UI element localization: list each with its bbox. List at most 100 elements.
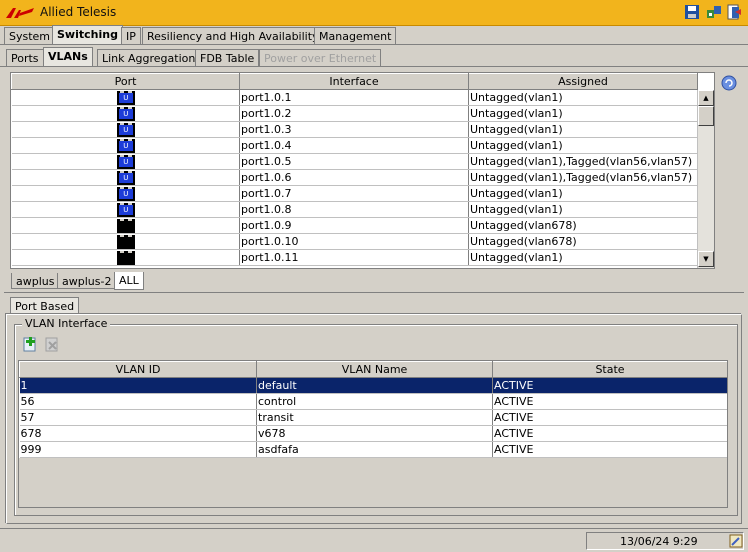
assigned-cell: Untagged(vlan1) <box>468 249 698 266</box>
interface-cell: port1.0.2 <box>239 105 469 122</box>
interface-cell: port1.0.10 <box>239 233 469 250</box>
ports-table: Port Interface Assigned Uport1.0.1 Untagg… <box>11 73 698 266</box>
edit-icon[interactable] <box>729 534 743 548</box>
vlan-id-cell: 678 <box>19 425 257 442</box>
allied-telesis-logo <box>6 8 34 18</box>
table-row[interactable]: 57 transit ACTIVE <box>19 409 727 426</box>
assigned-cell: Untagged(vlan1) <box>468 137 698 154</box>
table-row[interactable]: Uport1.0.7 Untagged(vlan1) <box>11 185 698 202</box>
column-header-interface[interactable]: Interface <box>239 73 469 90</box>
delete-icon <box>45 337 58 352</box>
vlan-id-cell: 56 <box>19 393 257 410</box>
tab-link-aggregation[interactable]: Link Aggregation <box>97 49 201 66</box>
interface-cell: port1.0.6 <box>239 169 469 186</box>
vlan-state-cell: ACTIVE <box>492 377 727 394</box>
ports-grid: Port Interface Assigned Uport1.0.1 Untagg… <box>10 72 715 269</box>
port-icon: U <box>116 90 135 105</box>
port-icon: U <box>116 106 135 121</box>
window-title: Allied Telesis <box>40 5 117 19</box>
port-icon: U <box>116 138 135 153</box>
scroll-up-icon[interactable]: ▲ <box>698 90 714 106</box>
table-row[interactable]: 999 asdfafa ACTIVE <box>19 441 727 458</box>
port-icon: U <box>116 122 135 137</box>
tab-switching[interactable]: Switching <box>52 25 123 44</box>
table-row[interactable]: 1 default ACTIVE <box>19 377 727 394</box>
status-datetime-panel: 13/06/24 9:29 <box>586 532 744 550</box>
interface-cell: port1.0.4 <box>239 137 469 154</box>
tab-vlans[interactable]: VLANs <box>43 47 93 66</box>
assigned-cell: Untagged(vlan1) <box>468 89 698 106</box>
tab-ip[interactable]: IP <box>121 27 141 44</box>
column-header-state[interactable]: State <box>492 361 727 378</box>
tab-ports[interactable]: Ports <box>6 49 44 66</box>
main-tab-bar: System Switching IP Resiliency and High … <box>0 25 748 45</box>
port-icon: U <box>116 186 135 201</box>
table-row[interactable]: Uport1.0.6 Untagged(vlan1),Tagged(vlan56,… <box>11 169 698 186</box>
tab-port-based[interactable]: Port Based <box>10 297 80 315</box>
table-row[interactable]: Uport1.0.1 Untagged(vlan1) <box>11 89 698 106</box>
vlan-id-cell: 57 <box>19 409 257 426</box>
table-row[interactable]: Uport1.0.8 Untagged(vlan1) <box>11 201 698 218</box>
table-row[interactable]: port1.0.10 Untagged(vlan678) <box>11 233 698 250</box>
sub-tab-bar: Ports VLANs Link Aggregation FDB Table P… <box>0 47 748 67</box>
assigned-cell: Untagged(vlan678) <box>468 233 698 250</box>
table-row[interactable]: port1.0.11 Untagged(vlan1) <box>11 249 698 266</box>
interface-cell: port1.0.1 <box>239 89 469 106</box>
title-bar: Allied Telesis <box>0 0 748 26</box>
interface-cell: port1.0.7 <box>239 185 469 202</box>
assigned-cell: Untagged(vlan678) <box>468 217 698 234</box>
assigned-cell: Untagged(vlan1) <box>468 121 698 138</box>
assigned-cell: Untagged(vlan1),Tagged(vlan56,vlan57) <box>468 153 698 170</box>
refresh-icon[interactable] <box>721 75 737 91</box>
table-row[interactable]: Uport1.0.4 Untagged(vlan1) <box>11 137 698 154</box>
scroll-down-icon[interactable]: ▼ <box>698 251 714 267</box>
port-icon: U <box>116 202 135 217</box>
assigned-cell: Untagged(vlan1),Tagged(vlan56,vlan57) <box>468 169 698 186</box>
column-header-vlan-name[interactable]: VLAN Name <box>256 361 493 378</box>
tab-management[interactable]: Management <box>314 27 397 44</box>
port-icon <box>116 218 135 233</box>
assigned-cell: Untagged(vlan1) <box>468 105 698 122</box>
device-tab-bar: awplus awplus-2 ALL <box>10 272 310 291</box>
interface-cell: port1.0.8 <box>239 201 469 218</box>
vlan-interface-label: VLAN Interface <box>22 317 111 330</box>
tab-all[interactable]: ALL <box>114 272 144 290</box>
vlan-name-cell: control <box>256 393 493 410</box>
interface-cell: port1.0.3 <box>239 121 469 138</box>
status-divider <box>0 528 748 529</box>
interface-cell: port1.0.5 <box>239 153 469 170</box>
vlan-state-cell: ACTIVE <box>492 425 727 442</box>
tab-system[interactable]: System <box>4 27 56 44</box>
divider <box>4 292 744 293</box>
vlan-name-cell: asdfafa <box>256 441 493 458</box>
vlan-state-cell: ACTIVE <box>492 393 727 410</box>
interface-cell: port1.0.11 <box>239 249 469 266</box>
tab-awplus[interactable]: awplus <box>11 273 60 289</box>
add-icon[interactable] <box>22 336 38 352</box>
port-icon <box>116 234 135 249</box>
assigned-cell: Untagged(vlan1) <box>468 185 698 202</box>
network-icon[interactable] <box>706 4 722 20</box>
tab-awplus-2[interactable]: awplus-2 <box>57 273 117 289</box>
exit-icon[interactable] <box>726 4 742 20</box>
table-row[interactable]: Uport1.0.3 Untagged(vlan1) <box>11 121 698 138</box>
save-icon[interactable] <box>684 4 700 20</box>
table-row[interactable]: 678 v678 ACTIVE <box>19 425 727 442</box>
table-row[interactable]: Uport1.0.2 Untagged(vlan1) <box>11 105 698 122</box>
vlan-state-cell: ACTIVE <box>492 441 727 458</box>
vlan-id-cell: 999 <box>19 441 257 458</box>
ports-scrollbar[interactable]: ▲ ▼ <box>697 90 714 268</box>
table-row[interactable]: port1.0.9 Untagged(vlan678) <box>11 217 698 234</box>
column-header-assigned[interactable]: Assigned <box>468 73 698 90</box>
column-header-vlan-id[interactable]: VLAN ID <box>19 361 257 378</box>
tab-resiliency[interactable]: Resiliency and High Availability <box>142 27 324 44</box>
vlan-name-cell: transit <box>256 409 493 426</box>
vlan-name-cell: default <box>256 377 493 394</box>
column-header-port[interactable]: Port <box>11 73 240 90</box>
vlan-grid: VLAN ID VLAN Name State 1 default ACTIVE 5… <box>18 360 728 508</box>
tab-fdb-table[interactable]: FDB Table <box>195 49 260 66</box>
port-icon <box>116 250 135 265</box>
table-row[interactable]: Uport1.0.5 Untagged(vlan1),Tagged(vlan56,… <box>11 153 698 170</box>
scroll-thumb[interactable] <box>698 106 714 126</box>
table-row[interactable]: 56 control ACTIVE <box>19 393 727 410</box>
